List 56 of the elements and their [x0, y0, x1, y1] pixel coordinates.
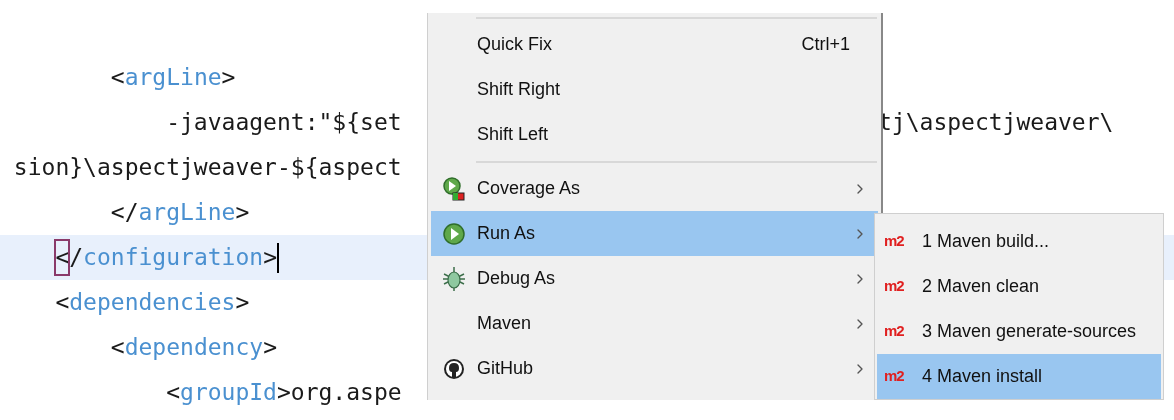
menu-label: Coverage As — [477, 177, 582, 200]
code-text: org.aspe — [290, 378, 402, 408]
bug-icon — [442, 265, 466, 292]
menu-label: 1 Maven build... — [922, 230, 1050, 253]
menu-item[interactable]: m2 2 Maven clean — [877, 264, 1161, 309]
menu-label: 2 Maven clean — [922, 275, 1040, 298]
tag-bracket: </ — [110, 198, 139, 228]
menu-item[interactable]: m2 3 Maven generate-sources — [877, 309, 1161, 354]
tag-bracket: < — [55, 288, 70, 318]
tag-bracket: < — [55, 240, 70, 275]
menu-item[interactable]: Quick Fix Ctrl+1 — [431, 22, 878, 67]
tag-name: groupId — [180, 378, 277, 408]
menu-item[interactable]: Maven — [431, 301, 878, 346]
tag-name: argLine — [124, 63, 222, 93]
menu-label: Shift Right — [477, 78, 562, 101]
menu-label: 4 Maven install — [922, 365, 1043, 388]
tag-bracket: > — [235, 288, 250, 318]
menu-item[interactable]: Debug As — [431, 256, 878, 301]
tag-bracket: > — [235, 198, 250, 228]
tag-name: dependency — [124, 333, 264, 363]
code-text: tj\aspectjweaver\ — [878, 108, 1114, 138]
tag-bracket: > — [263, 333, 277, 363]
menu-item[interactable]: Shift Right — [431, 67, 878, 112]
maven-icon: m2 — [884, 275, 922, 298]
tag-bracket: < — [166, 378, 181, 408]
menu-label: Debug As — [477, 267, 557, 290]
shortcut-label: Ctrl+1 — [801, 33, 850, 56]
tag-name: configuration — [83, 243, 264, 273]
menu-item[interactable]: Coverage As — [431, 166, 878, 211]
github-icon — [443, 357, 465, 380]
menu-item[interactable]: Shift Left — [431, 112, 878, 157]
menu-item[interactable]: GitHub — [431, 346, 878, 391]
menu-item[interactable]: m2 1 Maven build... — [877, 219, 1161, 264]
menu-label: Maven — [477, 312, 533, 335]
maven-icon: m2 — [884, 320, 922, 343]
menu-label: 3 Maven generate-sources — [922, 320, 1137, 343]
menu-item[interactable]: m2 4 Maven install — [877, 354, 1161, 399]
tag-name: argLine — [138, 198, 236, 228]
tag-bracket: > — [221, 63, 236, 93]
tag-bracket: < — [110, 333, 125, 363]
tag-bracket: < — [110, 63, 125, 93]
tag-bracket: > — [263, 243, 277, 273]
menu-label: Run As — [477, 222, 537, 245]
menu-item[interactable]: Run As — [431, 211, 878, 256]
maven-icon: m2 — [884, 365, 922, 388]
tag-bracket: / — [69, 243, 84, 273]
maven-icon: m2 — [884, 230, 922, 253]
code-text: -javaagent:"${set — [166, 108, 402, 138]
menu-label: Shift Left — [477, 123, 550, 146]
tag-bracket: > — [276, 378, 291, 408]
coverage-icon — [443, 176, 465, 201]
menu-label: GitHub — [477, 357, 535, 380]
run-icon — [443, 221, 465, 246]
menu-label: Quick Fix — [477, 33, 553, 56]
tag-name: dependencies — [69, 288, 236, 318]
code-text: sion}\aspectjweaver-${aspect — [13, 153, 402, 183]
